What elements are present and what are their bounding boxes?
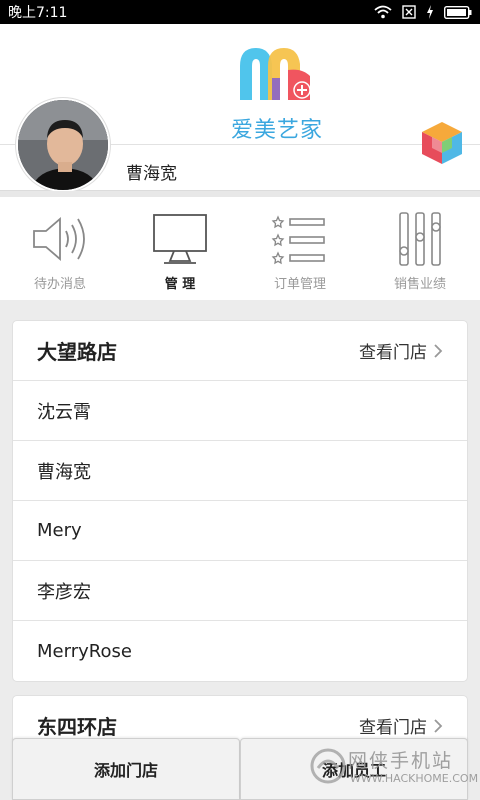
view-store-label: 查看门店 bbox=[359, 718, 427, 738]
status-time: 晚上7:11 bbox=[8, 5, 68, 21]
employee-name: 曹海宽 bbox=[37, 461, 91, 483]
sim-off-icon bbox=[402, 5, 416, 19]
chevron-right-icon bbox=[434, 718, 443, 733]
view-store-link[interactable]: 查看门店 bbox=[359, 713, 443, 738]
app-cube-icon[interactable] bbox=[420, 120, 464, 166]
store-name: 大望路店 bbox=[37, 340, 117, 364]
view-store-label: 查看门店 bbox=[359, 343, 427, 363]
tab-label: 待办消息 bbox=[33, 277, 86, 292]
employee-row[interactable]: 李彦宏 bbox=[13, 561, 467, 621]
tab-label: 管 理 bbox=[164, 277, 196, 292]
charging-icon bbox=[426, 5, 434, 19]
brand-name: 爱美艺家 bbox=[230, 118, 323, 143]
status-bar: 晚上7:11 bbox=[0, 0, 480, 24]
employee-name: 沈云霄 bbox=[37, 401, 91, 423]
tab-pending-messages[interactable]: 待办消息 bbox=[0, 197, 120, 300]
employee-name: MerryRose bbox=[37, 640, 132, 662]
brand-logo-icon bbox=[240, 48, 311, 100]
bottom-action-bar: 添加门店 添加员工 bbox=[12, 738, 468, 800]
tab-sales-performance[interactable]: 销售业绩 bbox=[360, 197, 480, 300]
employee-row[interactable]: MerryRose bbox=[13, 621, 467, 681]
tab-management[interactable]: 管 理 bbox=[120, 197, 240, 300]
main-tabs: 待办消息 管 理 订单管理 销售业绩 bbox=[0, 197, 480, 300]
user-name: 曹海宽 bbox=[126, 164, 177, 184]
employee-name: 李彦宏 bbox=[37, 581, 91, 603]
employee-name: Mery bbox=[37, 520, 82, 541]
view-store-link[interactable]: 查看门店 bbox=[359, 338, 443, 363]
speaker-icon bbox=[33, 217, 85, 261]
store-card: 大望路店 查看门店 沈云霄 曹海宽 Mery 李彦宏 MerryRose bbox=[12, 320, 468, 682]
sliders-icon bbox=[399, 212, 441, 266]
store-name: 东四环店 bbox=[37, 715, 117, 739]
profile-header: 爱美艺家 曹海宽 bbox=[0, 24, 480, 192]
employee-row[interactable]: Mery bbox=[13, 501, 467, 561]
chevron-right-icon bbox=[434, 343, 443, 358]
tab-label: 订单管理 bbox=[273, 277, 326, 292]
employee-row[interactable]: 曹海宽 bbox=[13, 441, 467, 501]
store-list: 大望路店 查看门店 沈云霄 曹海宽 Mery 李彦宏 MerryRose 东四环… bbox=[0, 300, 480, 800]
store-card-header: 大望路店 查看门店 bbox=[13, 321, 467, 381]
tab-label: 销售业绩 bbox=[393, 277, 446, 292]
wifi-icon bbox=[374, 5, 392, 19]
add-employee-button[interactable]: 添加员工 bbox=[240, 738, 468, 800]
tab-order-management[interactable]: 订单管理 bbox=[240, 197, 360, 300]
add-store-button[interactable]: 添加门店 bbox=[12, 738, 240, 800]
list-stars-icon bbox=[271, 215, 325, 265]
employee-row[interactable]: 沈云霄 bbox=[13, 381, 467, 441]
monitor-icon bbox=[153, 214, 207, 264]
avatar[interactable] bbox=[16, 98, 110, 192]
battery-icon bbox=[444, 5, 472, 19]
